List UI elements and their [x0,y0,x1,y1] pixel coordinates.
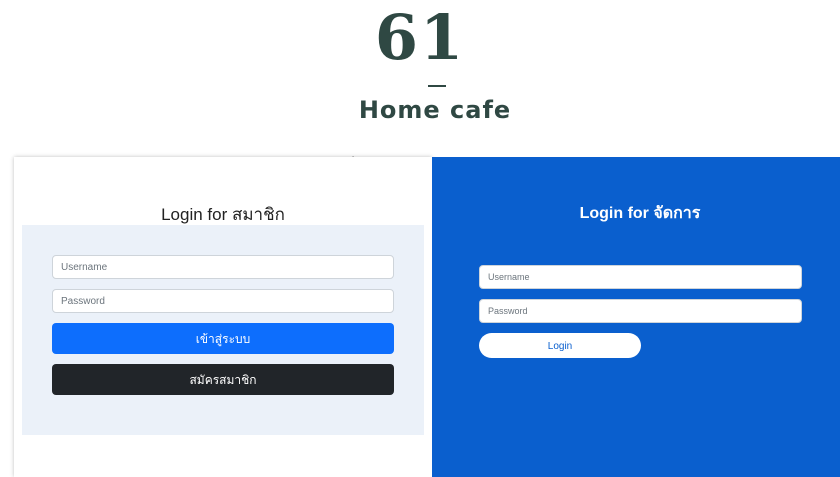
admin-login-button[interactable]: Login [479,333,641,358]
admin-username-input[interactable] [479,265,802,289]
member-login-form: เข้าสู่ระบบ สมัครสมาชิก [22,225,424,435]
admin-password-input[interactable] [479,299,802,323]
admin-login-title: Login for จัดการ [579,205,701,222]
brand-divider [428,85,446,87]
brand-mark: 61 [374,1,466,74]
admin-login-panel: Login for จัดการ Login [432,157,840,477]
member-username-input[interactable] [52,255,394,279]
register-button[interactable]: สมัครสมาชิก [52,364,394,395]
member-login-button[interactable]: เข้าสู่ระบบ [52,323,394,354]
member-login-title: Login for สมาชิก [161,205,285,224]
decorative-mark: ˎ [352,149,355,158]
brand-name: Home cafe [358,96,512,124]
member-login-panel: Login for สมาชิก เข้าสู่ระบบ สมัครสมาชิก [14,157,432,477]
member-password-input[interactable] [52,289,394,313]
